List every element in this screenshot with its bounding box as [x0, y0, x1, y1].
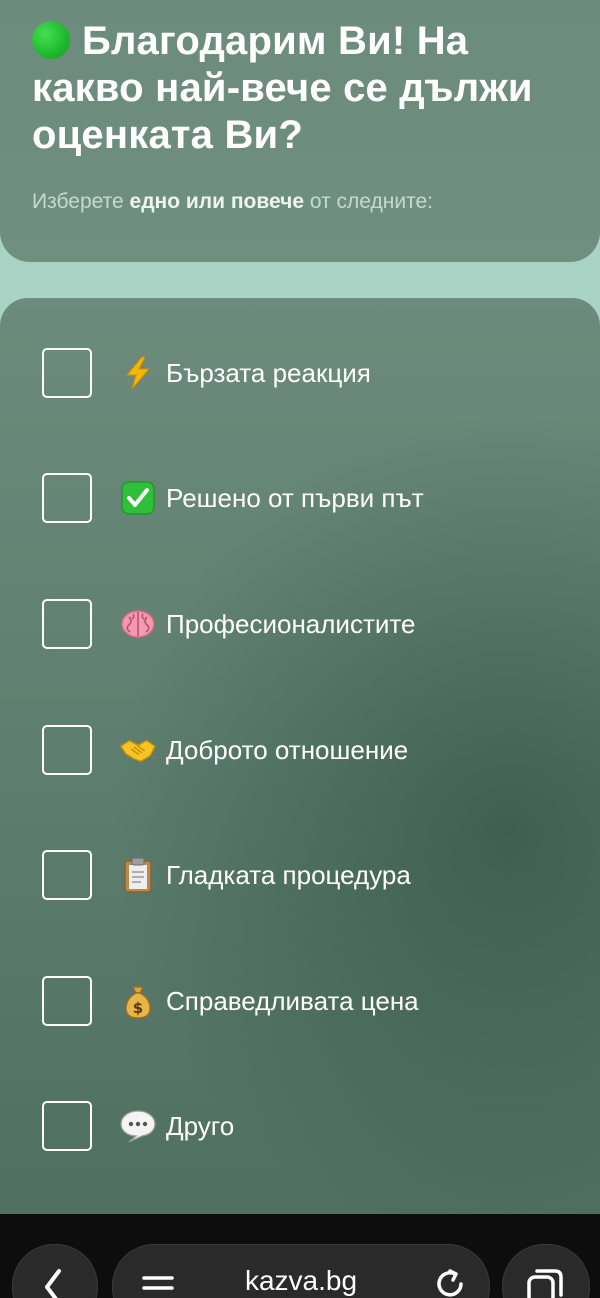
- checkbox[interactable]: [42, 976, 92, 1026]
- lightning-icon: [120, 355, 156, 391]
- svg-text:$: $: [133, 999, 143, 1017]
- instruction-emphasis: едно или повече: [129, 190, 305, 213]
- green-circle-icon: [32, 21, 70, 59]
- reload-icon[interactable]: [433, 1267, 467, 1298]
- option-label: Решено от първи път: [166, 482, 424, 513]
- clipboard-icon: [120, 857, 156, 893]
- checkbox[interactable]: [42, 599, 92, 649]
- brain-icon: [120, 606, 156, 642]
- header-card: Благодарим Ви! На какво най-вече се дълж…: [0, 0, 600, 262]
- option-smooth-procedure[interactable]: Гладката процедура: [42, 847, 562, 903]
- checkbox[interactable]: [42, 348, 92, 398]
- option-label: Справедливата цена: [166, 985, 419, 1016]
- option-label: Доброто отношение: [166, 734, 409, 765]
- money-bag-icon: $: [120, 983, 156, 1019]
- option-professionals[interactable]: Професионалистите: [42, 596, 562, 652]
- option-fair-price[interactable]: $ Справедливата цена: [42, 973, 562, 1029]
- option-label: Гладката процедура: [166, 859, 411, 890]
- back-icon: [45, 1269, 61, 1298]
- option-label: Друго: [166, 1110, 235, 1141]
- instruction-text: Изберете едно или повече от следните:: [32, 190, 433, 214]
- checkbox[interactable]: [42, 850, 92, 900]
- checkbox[interactable]: [42, 1101, 92, 1151]
- handshake-icon: [120, 732, 156, 768]
- options-list: Бързата реакция Решено от първи път Проф…: [0, 298, 600, 1218]
- checkbox[interactable]: [42, 473, 92, 523]
- browser-toolbar: kazva.bg: [0, 1214, 600, 1298]
- option-other[interactable]: Друго: [42, 1098, 562, 1154]
- checkbox[interactable]: [42, 725, 92, 775]
- page-title: Благодарим Ви! На какво най-вече се дълж…: [32, 18, 572, 159]
- check-mark-button-icon: [120, 480, 156, 516]
- instruction-suffix: от следните:: [304, 190, 433, 213]
- tabs-icon: [527, 1269, 563, 1298]
- instruction-prefix: Изберете: [32, 190, 130, 213]
- option-fast-response[interactable]: Бързата реакция: [42, 345, 562, 401]
- tabs-button[interactable]: [502, 1244, 590, 1298]
- option-label: Бързата реакция: [166, 357, 371, 388]
- back-button[interactable]: [12, 1244, 98, 1298]
- page-title-text: Благодарим Ви! На какво най-вече се дълж…: [32, 19, 533, 157]
- option-solved-first-time[interactable]: Решено от първи път: [42, 470, 562, 526]
- speech-bubble-icon: [120, 1108, 156, 1144]
- option-good-attitude[interactable]: Доброто отношение: [42, 722, 562, 778]
- address-bar[interactable]: kazva.bg: [112, 1244, 490, 1298]
- option-label: Професионалистите: [166, 608, 416, 639]
